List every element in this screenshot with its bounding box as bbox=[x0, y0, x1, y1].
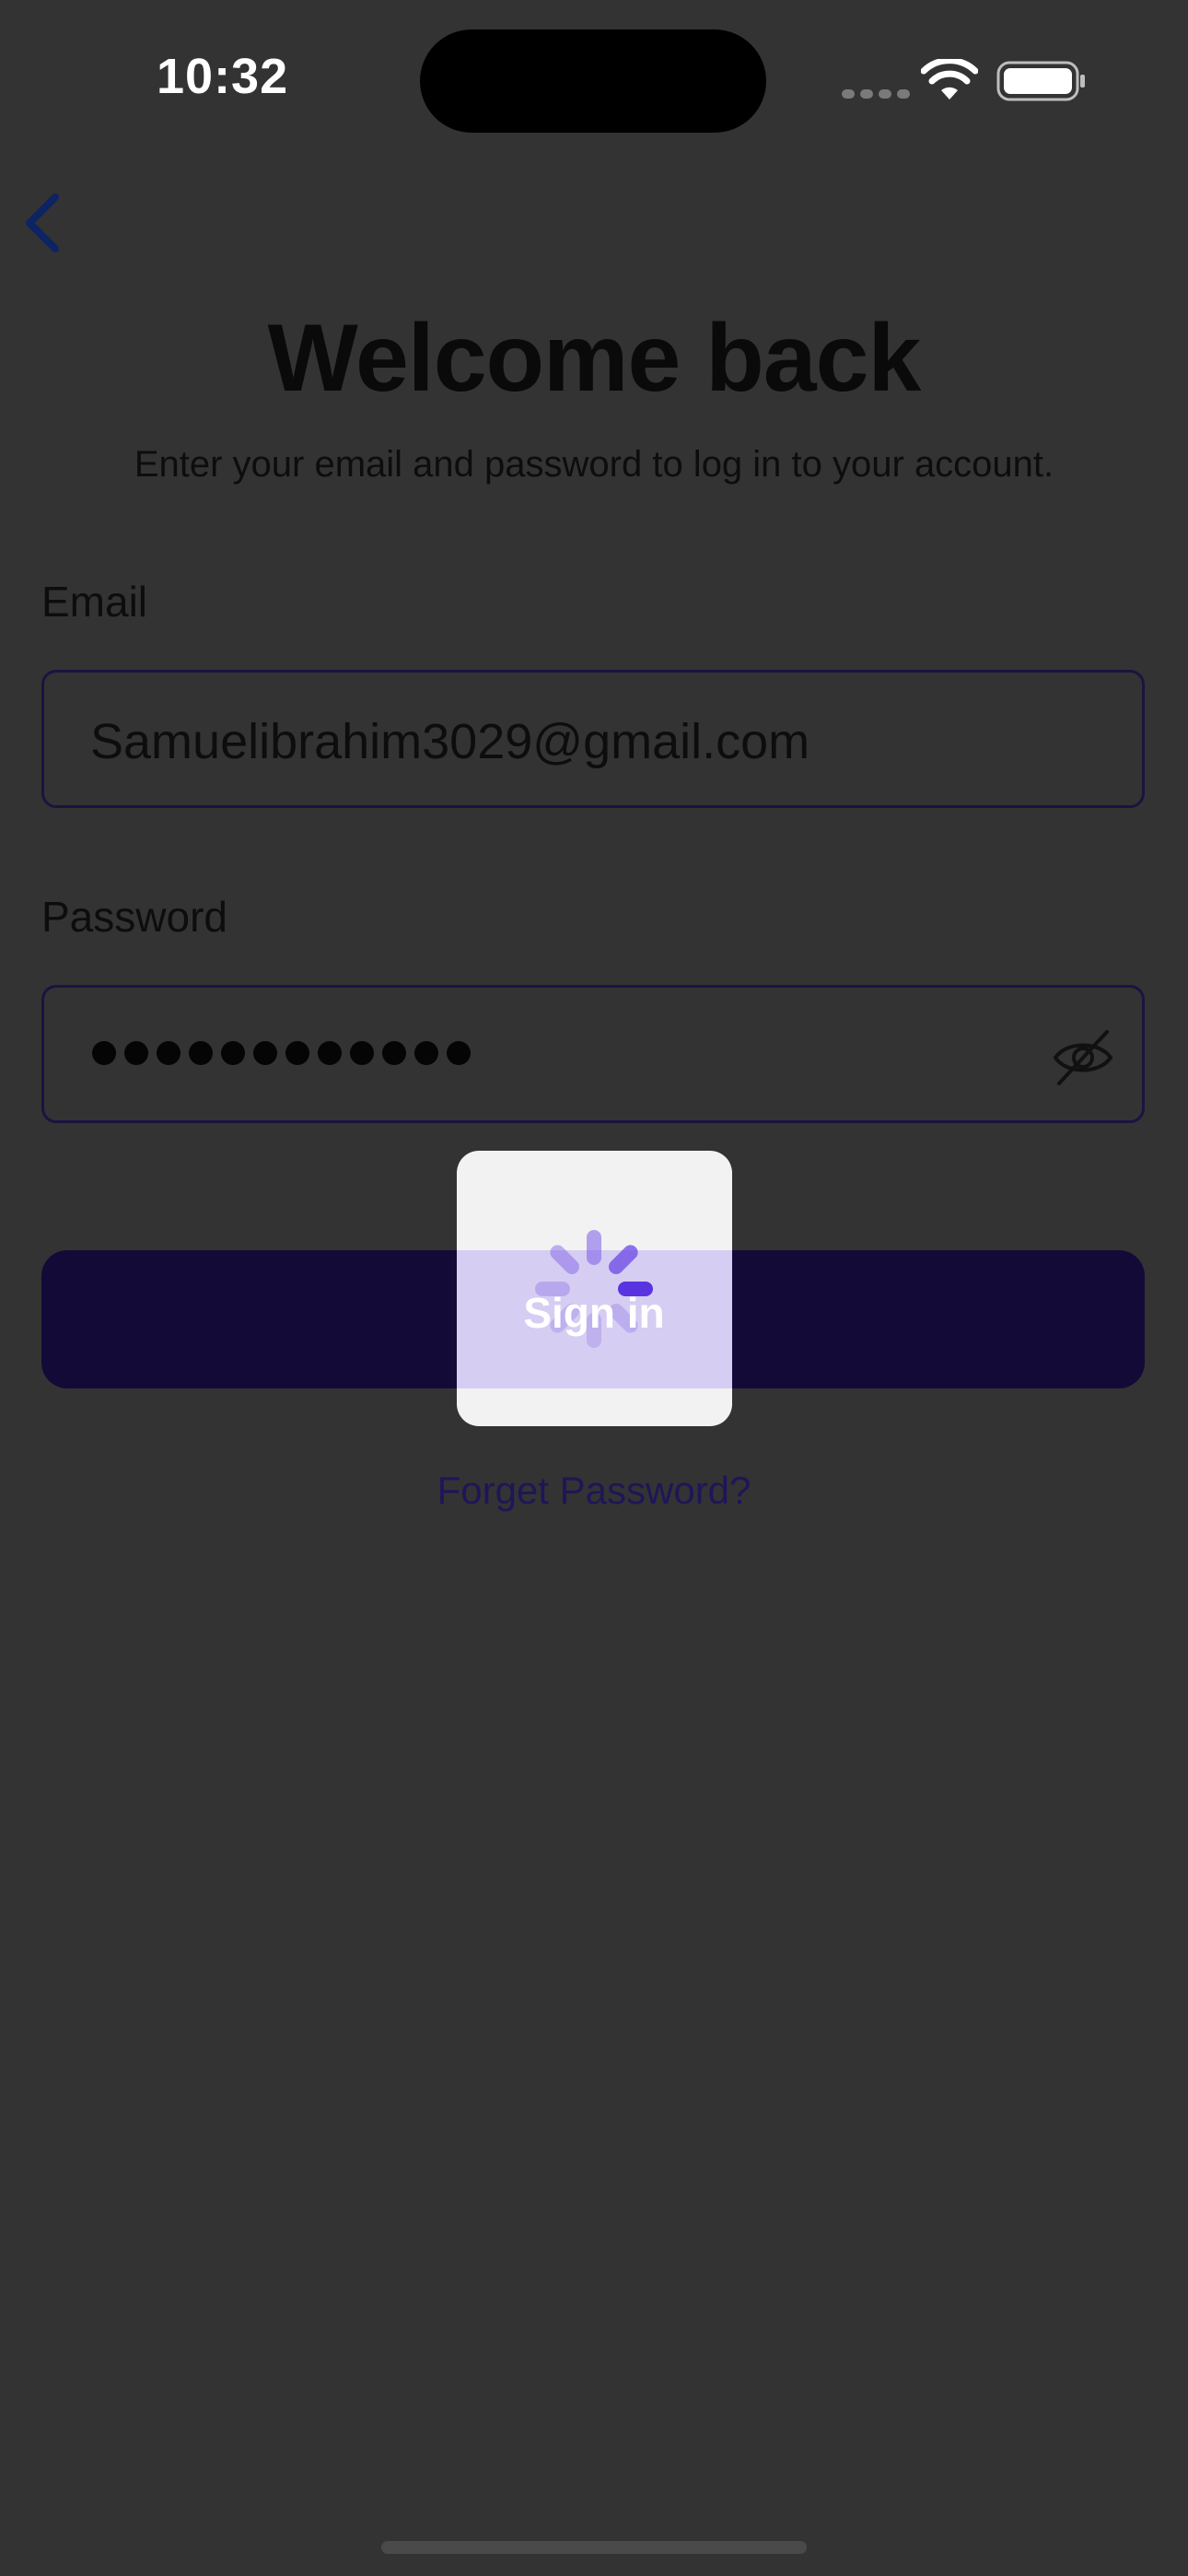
password-dot bbox=[189, 1041, 213, 1065]
forgot-password-link[interactable]: Forget Password? bbox=[0, 1469, 1188, 1513]
email-field[interactable]: Samuelibrahim3029@gmail.com bbox=[41, 670, 1145, 808]
password-dot bbox=[350, 1041, 374, 1065]
password-dot bbox=[92, 1041, 116, 1065]
password-dot bbox=[318, 1041, 342, 1065]
password-label: Password bbox=[41, 893, 227, 941]
cellular-signal-icon bbox=[842, 87, 915, 103]
password-dot bbox=[414, 1041, 438, 1065]
email-label: Email bbox=[41, 578, 148, 626]
email-value: Samuelibrahim3029@gmail.com bbox=[90, 714, 810, 769]
page-subtitle: Enter your email and password to log in … bbox=[134, 444, 1054, 485]
status-time: 10:32 bbox=[157, 49, 289, 104]
wifi-icon bbox=[921, 59, 978, 100]
page-title: Welcome back bbox=[267, 305, 922, 412]
password-dot bbox=[221, 1041, 245, 1065]
password-dot bbox=[157, 1041, 181, 1065]
dynamic-island bbox=[420, 29, 766, 133]
sign-in-label: Sign in bbox=[523, 1289, 665, 1337]
battery-icon bbox=[996, 61, 1085, 101]
password-dot bbox=[285, 1041, 309, 1065]
password-dot bbox=[382, 1041, 406, 1065]
eye-slash-icon[interactable] bbox=[1052, 1026, 1114, 1089]
password-mask bbox=[92, 1041, 479, 1070]
password-dot bbox=[253, 1041, 277, 1065]
password-dot bbox=[447, 1041, 471, 1065]
home-indicator bbox=[381, 2541, 807, 2554]
password-field[interactable] bbox=[41, 985, 1145, 1123]
back-chevron-icon[interactable] bbox=[17, 190, 68, 256]
password-dot bbox=[124, 1041, 148, 1065]
